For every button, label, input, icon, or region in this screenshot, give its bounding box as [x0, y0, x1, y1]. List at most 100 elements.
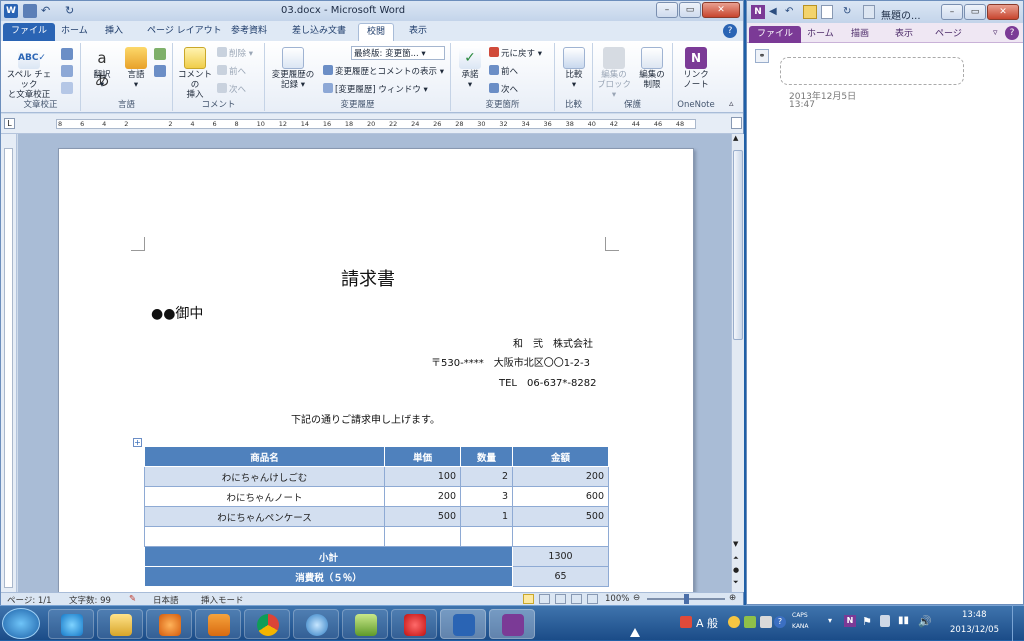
taskbar-chrome[interactable]	[244, 609, 290, 639]
table-cell[interactable]: 100	[384, 466, 461, 487]
sync-icon[interactable]: ↻	[843, 6, 851, 17]
table-cell[interactable]: 500	[384, 506, 461, 527]
vertical-scrollbar[interactable]: ▲ ▼ ⏶ ● ⏷	[731, 134, 744, 592]
clip-icon[interactable]	[863, 5, 875, 19]
taskbar-onenote[interactable]	[489, 609, 535, 639]
onenote-tab-file[interactable]: ファイル	[749, 26, 802, 43]
lang-option2-icon[interactable]	[154, 65, 166, 77]
table-cell[interactable]: 3	[460, 486, 513, 507]
taskbar-media-player[interactable]	[146, 609, 192, 639]
tab-mailings[interactable]: 差し込み文書	[284, 23, 354, 41]
scroll-up-icon[interactable]: ▲	[733, 134, 738, 142]
taskbar-explorer[interactable]	[97, 609, 143, 639]
table-cell[interactable]	[384, 526, 461, 547]
table-cell[interactable]: わにちゃんけしごむ	[144, 466, 385, 487]
outline-icon[interactable]	[571, 594, 582, 604]
tab-insert[interactable]: 挿入	[97, 23, 131, 41]
restrict-editing-button[interactable]: 編集の 制限	[633, 47, 671, 90]
note-title-box[interactable]	[780, 57, 964, 85]
volume-icon[interactable]: 🔊	[918, 615, 932, 628]
next-page-icon[interactable]: ⏷	[733, 578, 739, 587]
zoom-out-icon[interactable]: ⊖	[633, 593, 640, 603]
taskbar-paint[interactable]	[391, 609, 437, 639]
taskbar-outlook[interactable]	[195, 609, 241, 639]
tray-onenote-icon[interactable]: N	[844, 615, 856, 627]
clock-date[interactable]: 2013/12/05	[950, 625, 999, 635]
onenote-app-icon[interactable]: N	[751, 5, 765, 19]
ime-pad-icon[interactable]	[728, 616, 740, 628]
new-comment-button[interactable]: コメントの 挿入	[175, 47, 215, 100]
full-screen-icon[interactable]	[539, 594, 550, 604]
vertical-ruler[interactable]	[1, 134, 17, 592]
reviewing-pane-button[interactable]: [変更履歴] ウィンドウ ▾	[323, 83, 428, 95]
word-app-icon[interactable]: W	[4, 4, 18, 18]
table-cell[interactable]	[512, 526, 609, 547]
table-cell[interactable]: 1	[460, 506, 513, 527]
print-layout-icon[interactable]	[523, 594, 534, 604]
document-area[interactable]: 請求書 ●●御中 和 弐 株式会社 〒530-**** 大阪市北区〇〇1-2-3…	[18, 134, 731, 592]
markup-display-select[interactable]: 最終版: 変更箇... ▾	[351, 46, 445, 60]
maximize-button[interactable]: ▭	[679, 2, 701, 18]
onenote-expand-icon[interactable]: ▿	[993, 28, 998, 38]
table-cell[interactable]: わにちゃんノート	[144, 486, 385, 507]
table-move-handle-icon[interactable]: +	[133, 438, 142, 447]
tax-value[interactable]: 65	[512, 566, 609, 587]
onenote-close-button[interactable]: ✕	[987, 4, 1019, 20]
dock-icon[interactable]	[803, 5, 817, 19]
link-icon[interactable]: ⚭	[755, 49, 769, 63]
table-row[interactable]	[144, 526, 609, 547]
onenote-tab-page[interactable]: ページ	[927, 26, 970, 43]
table-cell[interactable]: 500	[512, 506, 609, 527]
compare-button[interactable]: 比較 ▾	[559, 47, 589, 90]
zoom-level[interactable]: 100%	[605, 594, 629, 604]
ime-tool-icon[interactable]	[744, 616, 756, 628]
scroll-thumb[interactable]	[733, 150, 743, 340]
table-cell[interactable]	[460, 526, 513, 547]
clock-time[interactable]: 13:48	[962, 610, 987, 620]
delete-comment-button[interactable]: 削除 ▾	[217, 47, 253, 59]
network-icon[interactable]: ▮▮	[898, 615, 909, 626]
onenote-minimize-button[interactable]: –	[941, 4, 963, 20]
proofing-icon[interactable]: ✎	[129, 594, 136, 604]
table-row[interactable]: わにちゃんけしごむ 100 2 200	[144, 466, 609, 487]
document-page[interactable]: 請求書 ●●御中 和 弐 株式会社 〒530-**** 大阪市北区〇〇1-2-3…	[58, 148, 694, 592]
subtotal-value[interactable]: 1300	[512, 546, 609, 567]
invoice-table[interactable]: 商品名 単価 数量 金額 わにちゃんけしごむ 100 2 200 わにちゃんノー…	[144, 446, 609, 587]
next-comment-button[interactable]: 次へ	[217, 83, 246, 95]
start-button[interactable]	[2, 608, 40, 639]
tax-row[interactable]: 消費税（５％） 65	[144, 566, 609, 587]
table-cell[interactable]: わにちゃんペンケース	[144, 506, 385, 527]
reject-button[interactable]: 元に戻す ▾	[489, 47, 542, 59]
tab-selector-icon[interactable]: L	[4, 118, 15, 129]
onenote-tab-home[interactable]: ホーム	[799, 26, 842, 43]
table-cell[interactable]: 200	[384, 486, 461, 507]
redo-icon[interactable]: ↻	[65, 4, 79, 18]
block-authors-button[interactable]: 編集の ブロック ▾	[595, 47, 633, 100]
onenote-tab-view[interactable]: 表示	[887, 26, 921, 43]
back-icon[interactable]: ◀	[769, 6, 777, 17]
flag-icon[interactable]: ⚑	[862, 615, 872, 628]
table-cell[interactable]	[144, 526, 385, 547]
translate-button[interactable]: aあ 翻訳 ▾	[85, 47, 119, 90]
onenote-help-icon[interactable]: ?	[1005, 26, 1019, 40]
horizontal-ruler[interactable]: L 8 6 4 2 2 4 6 8 10 12 14 16 18 20 22 24 26 28 30 32 34 36 38…	[1, 114, 743, 134]
undo-icon[interactable]: ↶	[41, 4, 55, 18]
lang-option-icon[interactable]	[154, 48, 166, 60]
close-button[interactable]: ✕	[702, 2, 740, 18]
web-layout-icon[interactable]	[555, 594, 566, 604]
tab-view[interactable]: 表示	[401, 23, 435, 41]
accept-button[interactable]: ✓ 承諾 ▾	[455, 47, 485, 90]
tray-app-icon[interactable]	[680, 616, 692, 628]
view-ruler-icon[interactable]	[731, 117, 742, 129]
collapse-ribbon-icon[interactable]: ▵	[729, 99, 734, 109]
tab-page-layout[interactable]: ページ レイアウト	[139, 23, 230, 41]
onenote-tab-draw[interactable]: 描画	[843, 26, 877, 43]
prev-comment-button[interactable]: 前へ	[217, 65, 246, 77]
show-markup-button[interactable]: 変更履歴とコメントの表示 ▾	[323, 65, 444, 77]
table-cell[interactable]: 600	[512, 486, 609, 507]
subtotal-row[interactable]: 小計 1300	[144, 546, 609, 567]
ime-dict-icon[interactable]	[760, 616, 772, 628]
tab-references[interactable]: 参考資料	[223, 23, 275, 41]
undo-icon[interactable]: ↶	[785, 6, 793, 17]
save-icon[interactable]	[23, 4, 37, 18]
